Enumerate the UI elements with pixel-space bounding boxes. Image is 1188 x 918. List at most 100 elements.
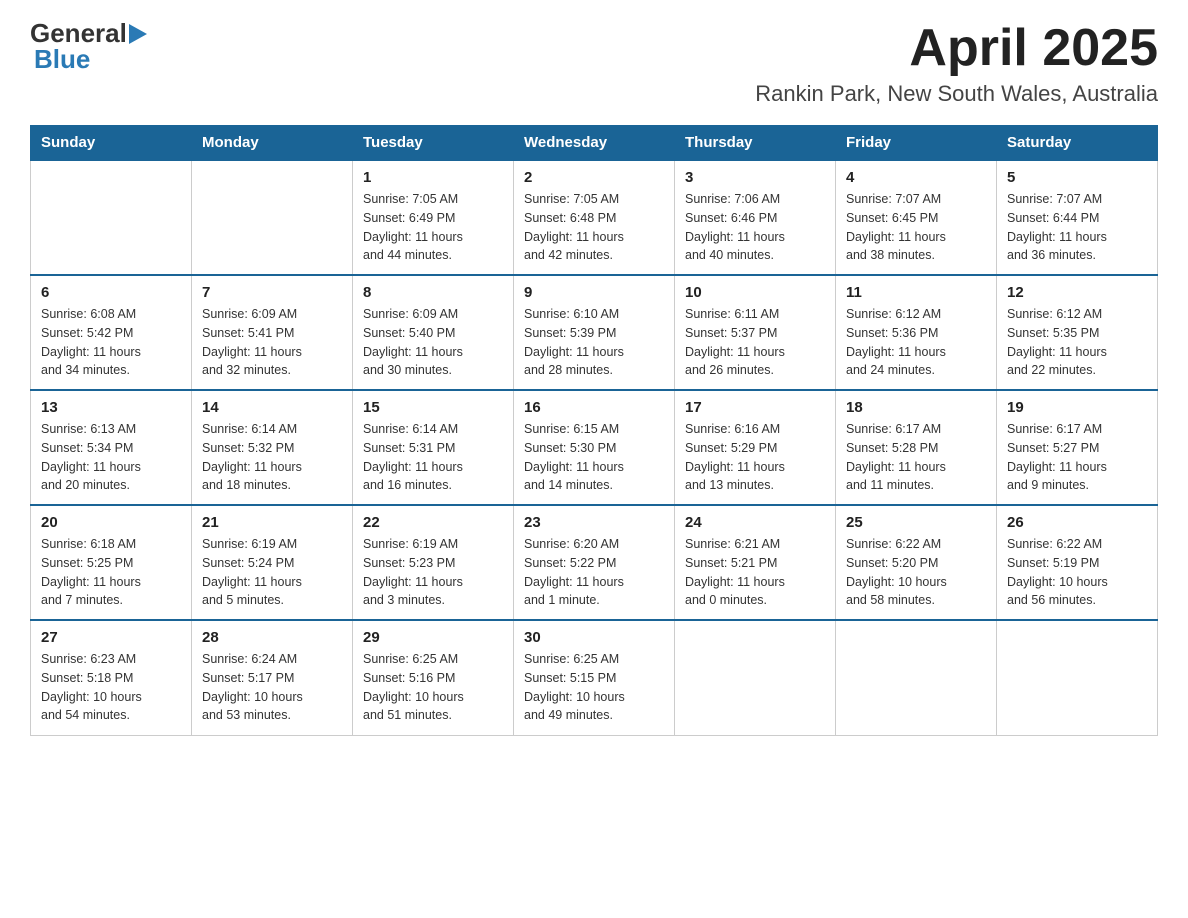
day-number: 11 <box>846 284 986 301</box>
day-info: Sunrise: 6:23 AMSunset: 5:18 PMDaylight:… <box>41 650 181 725</box>
day-number: 30 <box>524 629 664 646</box>
day-info: Sunrise: 6:15 AMSunset: 5:30 PMDaylight:… <box>524 420 664 495</box>
calendar-day-cell: 29 Sunrise: 6:25 AMSunset: 5:16 PMDayligh… <box>353 620 514 735</box>
logo-blue-text: Blue <box>34 46 90 72</box>
day-info: Sunrise: 6:22 AMSunset: 5:20 PMDaylight:… <box>846 535 986 610</box>
calendar-day-cell: 21Sunrise: 6:19 AMSunset: 5:24 PMDayligh… <box>192 505 353 620</box>
day-number: 28 <box>202 629 342 646</box>
calendar-day-cell: 26 Sunrise: 6:22 AMSunset: 5:19 PMDayligh… <box>997 505 1158 620</box>
day-number: 24 <box>685 514 825 531</box>
day-number: 7 <box>202 284 342 301</box>
day-info: Sunrise: 6:14 AMSunset: 5:31 PMDaylight:… <box>363 420 503 495</box>
day-info: Sunrise: 6:13 AMSunset: 5:34 PMDaylight:… <box>41 420 181 495</box>
day-number: 22 <box>363 514 503 531</box>
logo: General Blue <box>30 20 147 72</box>
day-info: Sunrise: 6:22 AMSunset: 5:19 PMDaylight:… <box>1007 535 1147 610</box>
calendar-day-cell: 19 Sunrise: 6:17 AMSunset: 5:27 PMDayligh… <box>997 390 1158 505</box>
calendar-day-cell: 16 Sunrise: 6:15 AMSunset: 5:30 PMDayligh… <box>514 390 675 505</box>
calendar-day-cell: 11 Sunrise: 6:12 AMSunset: 5:36 PMDayligh… <box>836 275 997 390</box>
calendar-table: SundayMondayTuesdayWednesdayThursdayFrid… <box>30 125 1158 736</box>
calendar-day-cell: 20 Sunrise: 6:18 AMSunset: 5:25 PMDayligh… <box>31 505 192 620</box>
day-info: Sunrise: 7:07 AMSunset: 6:44 PMDaylight:… <box>1007 190 1147 265</box>
calendar-day-cell: 23 Sunrise: 6:20 AMSunset: 5:22 PMDayligh… <box>514 505 675 620</box>
day-info: Sunrise: 6:12 AMSunset: 5:35 PMDaylight:… <box>1007 305 1147 380</box>
logo-general-text: General <box>30 20 127 46</box>
calendar-day-cell: 2Sunrise: 7:05 AMSunset: 6:48 PMDaylight… <box>514 160 675 275</box>
day-number: 13 <box>41 399 181 416</box>
weekday-header-sunday: Sunday <box>31 126 192 161</box>
day-info: Sunrise: 6:20 AMSunset: 5:22 PMDaylight:… <box>524 535 664 610</box>
weekday-header-tuesday: Tuesday <box>353 126 514 161</box>
calendar-day-cell: 6Sunrise: 6:08 AMSunset: 5:42 PMDaylight… <box>31 275 192 390</box>
day-number: 8 <box>363 284 503 301</box>
calendar-day-cell: 7 Sunrise: 6:09 AMSunset: 5:41 PMDaylight… <box>192 275 353 390</box>
day-info: Sunrise: 6:17 AMSunset: 5:28 PMDaylight:… <box>846 420 986 495</box>
day-info: Sunrise: 6:09 AMSunset: 5:41 PMDaylight:… <box>202 305 342 380</box>
day-number: 16 <box>524 399 664 416</box>
day-info: Sunrise: 7:07 AMSunset: 6:45 PMDaylight:… <box>846 190 986 265</box>
calendar-week-row: 20 Sunrise: 6:18 AMSunset: 5:25 PMDayligh… <box>31 505 1158 620</box>
day-number: 20 <box>41 514 181 531</box>
calendar-day-cell: 27 Sunrise: 6:23 AMSunset: 5:18 PMDayligh… <box>31 620 192 735</box>
day-number: 5 <box>1007 169 1147 186</box>
day-info: Sunrise: 6:16 AMSunset: 5:29 PMDaylight:… <box>685 420 825 495</box>
calendar-week-row: 1 Sunrise: 7:05 AMSunset: 6:49 PMDaylight… <box>31 160 1158 275</box>
calendar-day-cell: 17 Sunrise: 6:16 AMSunset: 5:29 PMDayligh… <box>675 390 836 505</box>
calendar-day-cell: 12 Sunrise: 6:12 AMSunset: 5:35 PMDayligh… <box>997 275 1158 390</box>
weekday-header-row: SundayMondayTuesdayWednesdayThursdayFrid… <box>31 126 1158 161</box>
calendar-day-cell: 28 Sunrise: 6:24 AMSunset: 5:17 PMDayligh… <box>192 620 353 735</box>
weekday-header-monday: Monday <box>192 126 353 161</box>
calendar-day-cell: 15Sunrise: 6:14 AMSunset: 5:31 PMDayligh… <box>353 390 514 505</box>
day-number: 27 <box>41 629 181 646</box>
calendar-day-cell <box>997 620 1158 735</box>
day-number: 18 <box>846 399 986 416</box>
calendar-day-cell: 24 Sunrise: 6:21 AMSunset: 5:21 PMDayligh… <box>675 505 836 620</box>
calendar-day-cell <box>675 620 836 735</box>
day-info: Sunrise: 6:24 AMSunset: 5:17 PMDaylight:… <box>202 650 342 725</box>
day-info: Sunrise: 6:25 AMSunset: 5:15 PMDaylight:… <box>524 650 664 725</box>
calendar-day-cell: 10 Sunrise: 6:11 AMSunset: 5:37 PMDayligh… <box>675 275 836 390</box>
calendar-week-row: 27 Sunrise: 6:23 AMSunset: 5:18 PMDayligh… <box>31 620 1158 735</box>
weekday-header-thursday: Thursday <box>675 126 836 161</box>
calendar-day-cell <box>836 620 997 735</box>
day-number: 25 <box>846 514 986 531</box>
logo-arrow-icon <box>129 24 147 44</box>
calendar-subtitle: Rankin Park, New South Wales, Australia <box>755 81 1158 107</box>
weekday-header-wednesday: Wednesday <box>514 126 675 161</box>
day-number: 19 <box>1007 399 1147 416</box>
day-number: 17 <box>685 399 825 416</box>
calendar-day-cell <box>31 160 192 275</box>
day-info: Sunrise: 6:19 AMSunset: 5:24 PMDaylight:… <box>202 535 342 610</box>
day-info: Sunrise: 7:05 AMSunset: 6:48 PMDaylight:… <box>524 190 664 265</box>
day-number: 1 <box>363 169 503 186</box>
calendar-day-cell <box>192 160 353 275</box>
day-number: 26 <box>1007 514 1147 531</box>
day-info: Sunrise: 6:18 AMSunset: 5:25 PMDaylight:… <box>41 535 181 610</box>
day-info: Sunrise: 6:10 AMSunset: 5:39 PMDaylight:… <box>524 305 664 380</box>
day-number: 3 <box>685 169 825 186</box>
day-number: 10 <box>685 284 825 301</box>
day-info: Sunrise: 6:12 AMSunset: 5:36 PMDaylight:… <box>846 305 986 380</box>
day-number: 12 <box>1007 284 1147 301</box>
day-number: 9 <box>524 284 664 301</box>
calendar-day-cell: 4Sunrise: 7:07 AMSunset: 6:45 PMDaylight… <box>836 160 997 275</box>
calendar-day-cell: 25 Sunrise: 6:22 AMSunset: 5:20 PMDayligh… <box>836 505 997 620</box>
calendar-day-cell: 13 Sunrise: 6:13 AMSunset: 5:34 PMDayligh… <box>31 390 192 505</box>
day-info: Sunrise: 6:17 AMSunset: 5:27 PMDaylight:… <box>1007 420 1147 495</box>
day-number: 6 <box>41 284 181 301</box>
calendar-day-cell: 9 Sunrise: 6:10 AMSunset: 5:39 PMDaylight… <box>514 275 675 390</box>
day-info: Sunrise: 6:21 AMSunset: 5:21 PMDaylight:… <box>685 535 825 610</box>
calendar-week-row: 13 Sunrise: 6:13 AMSunset: 5:34 PMDayligh… <box>31 390 1158 505</box>
weekday-header-saturday: Saturday <box>997 126 1158 161</box>
day-info: Sunrise: 6:11 AMSunset: 5:37 PMDaylight:… <box>685 305 825 380</box>
day-info: Sunrise: 6:14 AMSunset: 5:32 PMDaylight:… <box>202 420 342 495</box>
day-info: Sunrise: 6:25 AMSunset: 5:16 PMDaylight:… <box>363 650 503 725</box>
calendar-day-cell: 30 Sunrise: 6:25 AMSunset: 5:15 PMDayligh… <box>514 620 675 735</box>
day-info: Sunrise: 7:05 AMSunset: 6:49 PMDaylight:… <box>363 190 503 265</box>
day-number: 23 <box>524 514 664 531</box>
day-info: Sunrise: 6:19 AMSunset: 5:23 PMDaylight:… <box>363 535 503 610</box>
day-number: 29 <box>363 629 503 646</box>
day-info: Sunrise: 7:06 AMSunset: 6:46 PMDaylight:… <box>685 190 825 265</box>
calendar-day-cell: 5 Sunrise: 7:07 AMSunset: 6:44 PMDaylight… <box>997 160 1158 275</box>
title-section: April 2025 Rankin Park, New South Wales,… <box>755 20 1158 107</box>
